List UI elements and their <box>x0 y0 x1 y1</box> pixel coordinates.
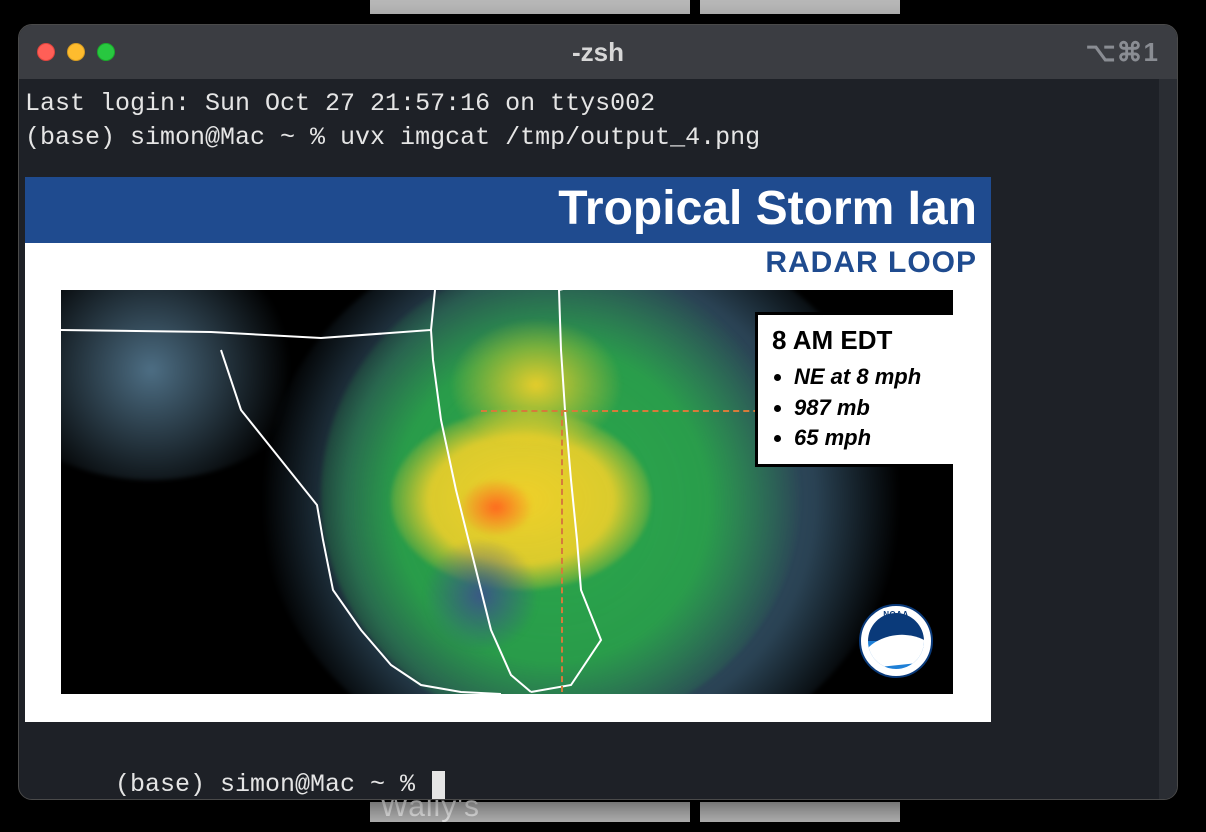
background-strip <box>700 802 900 822</box>
window-titlebar[interactable]: -zsh ⌥⌘1 <box>19 25 1177 79</box>
imgcat-output-image: Tropical Storm Ian RADAR LOOP <box>25 177 991 722</box>
crosshair-vertical <box>561 410 563 692</box>
terminal-window: -zsh ⌥⌘1 Last login: Sun Oct 27 21:57:16… <box>18 24 1178 800</box>
storm-info-item: NE at 8 mph <box>794 362 953 393</box>
terminal-line-prompt[interactable]: (base) simon@Mac ~ % <box>25 734 1171 799</box>
window-title: -zsh <box>19 37 1177 68</box>
background-strip <box>700 0 900 14</box>
weather-title: Tropical Storm Ian <box>25 177 991 244</box>
radar-frame: 8 AM EDT NE at 8 mph 987 mb 65 mph NOAA <box>25 284 991 722</box>
terminal-body[interactable]: Last login: Sun Oct 27 21:57:16 on ttys0… <box>19 79 1177 799</box>
storm-info-item: 65 mph <box>794 423 953 454</box>
noaa-logo-icon <box>868 613 924 669</box>
storm-info-list: NE at 8 mph 987 mb 65 mph <box>794 362 953 454</box>
window-shortcut-hint: ⌥⌘1 <box>1086 25 1159 79</box>
terminal-line-command: (base) simon@Mac ~ % uvx imgcat /tmp/out… <box>25 121 1171 155</box>
cursor-icon <box>432 771 445 799</box>
background-strip <box>370 0 690 14</box>
radar-image: 8 AM EDT NE at 8 mph 987 mb 65 mph NOAA <box>61 290 953 694</box>
terminal-line-last-login: Last login: Sun Oct 27 21:57:16 on ttys0… <box>25 87 1171 121</box>
storm-info-time: 8 AM EDT <box>772 323 953 358</box>
prompt-text: (base) simon@Mac ~ % <box>115 770 430 799</box>
scrollbar[interactable] <box>1159 79 1177 799</box>
noaa-badge: NOAA <box>859 604 933 678</box>
storm-info-box: 8 AM EDT NE at 8 mph 987 mb 65 mph <box>755 312 953 467</box>
background-strip <box>370 802 690 822</box>
weather-subtitle: RADAR LOOP <box>25 243 991 284</box>
storm-info-item: 987 mb <box>794 393 953 424</box>
